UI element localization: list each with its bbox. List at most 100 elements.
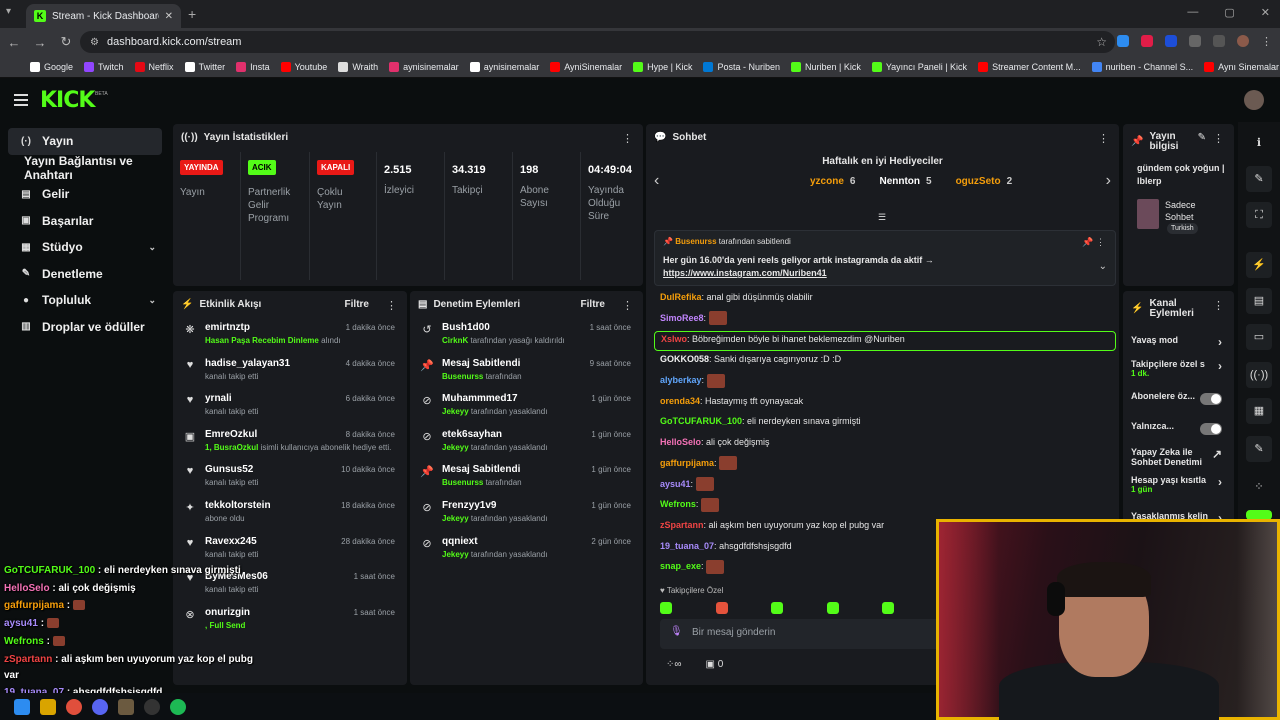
sidebar-item[interactable]: ▥ Droplar ve ödüller [8,314,162,341]
back-icon[interactable]: ← [2,35,26,50]
mic-icon[interactable]: 🎙 [670,626,683,637]
bookmark-item[interactable]: Youtube [280,61,327,72]
moderation-menu-icon[interactable]: ⋮ [622,299,633,312]
avatar[interactable] [1244,90,1264,110]
toggle-switch[interactable] [1200,393,1222,405]
bookmark-item[interactable]: Aynı Sinemalar - Ça... [1204,61,1280,72]
chat-username[interactable]: Xslwo [661,334,687,344]
chevron-down-icon[interactable]: ⌄ [1099,261,1107,272]
bookmark-item[interactable]: Twitter [184,61,225,72]
bookmark-item[interactable]: Wraith [338,61,378,72]
chat-username[interactable]: DulRefika [660,292,702,302]
channel-action-row[interactable]: Hesap yaşı kısıtla 1 gün › [1131,475,1226,494]
chat-username[interactable]: aysu41 [660,479,691,489]
channel-action-row[interactable]: Takipçilere özel s1 dk. › [1131,359,1226,378]
new-tab-icon[interactable]: + [188,6,196,22]
channel-action-row[interactable]: Yalnızca... [1131,421,1226,435]
pinned-link[interactable]: https://www.instagram.com/Nuriben41 [663,268,827,278]
channel-action-row[interactable]: Yavaş mod › [1131,335,1226,349]
channel-action-row[interactable]: Abonelere öz... [1131,391,1226,405]
activity-menu-icon[interactable]: ⋮ [386,299,397,312]
bookmark-item[interactable]: Google [30,61,73,72]
pinned-menu-icon[interactable]: 📌 ⋮ [1082,237,1105,248]
bookmark-item[interactable]: aynisinemalar [389,61,459,72]
wrench-icon[interactable]: ✎ [1246,436,1272,462]
chat-username[interactable]: gaffurpijama [660,458,714,468]
stats-menu-icon[interactable]: ⋮ [622,132,633,145]
chat-username[interactable]: orenda34 [660,396,700,406]
chevron-right-icon[interactable]: › [1218,335,1222,349]
emote-button[interactable] [715,602,728,614]
bookmark-item[interactable]: Hype | Kick [633,61,692,72]
channel-action-row[interactable]: Yapay Zeka ile Sohbet Denetimi ↗ [1131,447,1226,467]
document-icon[interactable]: ▤ [1246,288,1272,314]
chrome-icon[interactable] [66,698,82,715]
app-icon[interactable] [118,698,134,715]
bookmark-item[interactable]: nuriben - Channel S... [1091,61,1193,72]
kick-logo[interactable]: KICK [40,88,95,113]
bookmark-item[interactable]: Netflix [134,61,174,72]
chat-username[interactable]: alyberkay [660,375,702,385]
sidebar-item[interactable]: ✎ Denetleme [8,261,162,288]
external-link-icon[interactable]: ↗ [1212,447,1222,461]
broadcast-icon[interactable]: ((·)) [1246,362,1272,388]
minimize-icon[interactable]: — [1187,6,1198,19]
chat-username[interactable]: SimoRee8 [660,313,704,323]
emote-button[interactable] [826,602,839,614]
edit-icon[interactable]: ✎ [1246,166,1272,192]
spotify-icon[interactable] [170,698,186,715]
gifters-next-icon[interactable]: › [1106,172,1111,190]
stream-info-menu-icon[interactable]: ⋮ [1213,132,1224,145]
activity-filter-button[interactable]: Filtre [345,299,369,310]
close-window-icon[interactable]: ✕ [1261,6,1270,19]
sidepanel-icon[interactable] [1213,35,1225,47]
chat-username[interactable]: GOKKO058 [660,354,709,364]
settings-dots-icon[interactable]: ⁘∞ [666,659,682,670]
sidebar-item[interactable]: ▦ Stüdyo ⌄ [8,234,162,261]
fullscreen-icon[interactable]: ⛶ [1246,202,1272,228]
chat-username[interactable]: zSpartann [660,520,704,530]
gifter[interactable]: Nennton 5 [879,176,931,187]
bookmark-item[interactable]: Yayıncı Paneli | Kick [871,61,967,72]
bookmark-item[interactable]: Twitch [84,61,124,72]
category-name[interactable]: Sadece Sohbet [1165,199,1225,223]
chat-username[interactable]: Wefrons [660,499,696,509]
site-info-icon[interactable]: ⚙ [90,37,99,48]
sidebar-item[interactable]: ▣ Başarılar [8,208,162,235]
bolt-icon[interactable]: ⚡ [1246,252,1272,278]
chevron-right-icon[interactable]: › [1218,475,1222,489]
chat-icon[interactable]: ▭ [1246,324,1272,350]
bookmark-item[interactable]: aynisinemalar [469,61,539,72]
chat-username[interactable]: HelloSelo [660,437,701,447]
gifter[interactable]: oguzSeto 2 [956,176,1013,187]
sidebar-item[interactable]: ● Topluluk ⌄ [8,287,162,314]
maximize-icon[interactable]: ▢ [1224,6,1234,19]
obs-icon[interactable] [144,698,160,715]
forward-icon[interactable]: → [28,35,52,50]
emote-button[interactable] [771,602,784,614]
chat-username[interactable]: GoTCUFARUK_100 [660,416,742,426]
browser-tab[interactable]: K Stream - Kick Dashboard ✕ [26,4,181,28]
discord-icon[interactable] [92,698,108,715]
bookmark-item[interactable]: Insta [236,61,270,72]
bookmark-item[interactable]: Streamer Content M... [978,61,1081,72]
info-icon[interactable]: ℹ [1246,130,1272,156]
gift-icon[interactable]: ▣ [706,659,715,670]
moderation-filter-button[interactable]: Filtre [581,299,605,310]
community-icon[interactable]: ⁘ [1246,474,1272,500]
bookmark-star-icon[interactable]: ☆ [1096,35,1107,49]
windows-start-icon[interactable] [14,698,30,715]
gifter[interactable]: yzcone 6 [810,176,855,187]
sidebar-item[interactable]: ▤ Gelir [8,181,162,208]
emote-button[interactable] [882,602,895,614]
chevron-down-icon[interactable]: ⌄ [148,242,156,253]
profile-icon[interactable] [1237,35,1249,47]
sidebar-item[interactable]: Yayın Bağlantısı ve Anahtarı [8,154,162,182]
tab-search-icon[interactable]: ▾ [6,6,11,17]
toggle-switch[interactable] [1200,423,1222,435]
extension-icon[interactable] [1165,35,1177,47]
edit-icon[interactable]: ✎ [1198,132,1206,143]
log-icon[interactable]: ▦ [1246,398,1272,424]
menu-dots-icon[interactable]: ⋮ [1261,35,1272,48]
bookmark-item[interactable]: Posta - Nuriben [703,61,780,72]
